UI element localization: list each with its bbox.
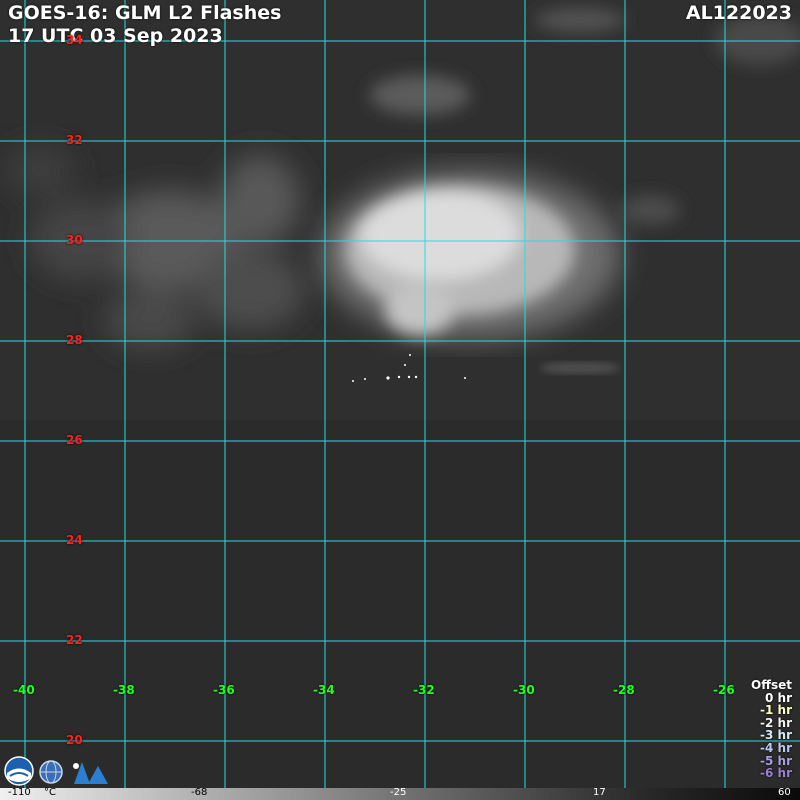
lat-label-34: 34	[66, 33, 83, 47]
noaa-logo-icon	[4, 756, 34, 786]
offset-legend-title: Offset	[751, 678, 792, 692]
temperature-colorbar: -110 °C -68 -25 17 60	[0, 787, 800, 800]
storm-id: AL122023	[685, 2, 792, 24]
lon-label-40w: -40	[13, 683, 35, 697]
satellite-map: GOES-16: GLM L2 Flashes 17 UTC 03 Sep 20…	[0, 0, 800, 800]
colorbar-tick-4: 17	[593, 787, 606, 798]
colorbar-tick-2: -68	[191, 787, 208, 798]
colorbar-unit: °C	[44, 787, 56, 798]
colorbar-tick-3: -25	[390, 787, 407, 798]
offset-row-1hr: -1 hr	[760, 703, 792, 718]
lat-label-24: 24	[66, 533, 83, 547]
cira-logo-icon	[73, 762, 108, 784]
lon-label-28w: -28	[613, 683, 635, 697]
lon-label-36w: -36	[213, 683, 235, 697]
lat-label-26: 26	[66, 433, 83, 447]
valid-time: 17 UTC 03 Sep 2023	[8, 25, 223, 47]
lat-label-22: 22	[66, 633, 83, 647]
satellite-imagery	[0, 0, 800, 800]
lat-label-20: 20	[66, 733, 83, 747]
nesdis-globe-icon	[39, 760, 63, 784]
offset-row-4hr: -4 hr	[760, 740, 792, 755]
agency-logos	[4, 756, 108, 786]
colorbar-tick-min: -110	[8, 787, 31, 798]
lat-label-32: 32	[66, 133, 83, 147]
product-title: GOES-16: GLM L2 Flashes	[8, 2, 282, 24]
offset-row-6hr: -6 hr	[760, 766, 792, 781]
time-offset-legend: Offset 0 hr -1 hr -2 hr -3 hr -4 hr -5 h…	[751, 679, 792, 780]
lon-label-34w: -34	[313, 683, 335, 697]
lon-label-26w: -26	[713, 683, 735, 697]
lat-label-30: 30	[66, 233, 83, 247]
lon-label-38w: -38	[113, 683, 135, 697]
colorbar-tick-max: 60	[778, 787, 791, 798]
lon-label-30w: -30	[513, 683, 535, 697]
lon-label-32w: -32	[413, 683, 435, 697]
cloud-streak-south	[540, 362, 620, 374]
lat-label-28: 28	[66, 333, 83, 347]
